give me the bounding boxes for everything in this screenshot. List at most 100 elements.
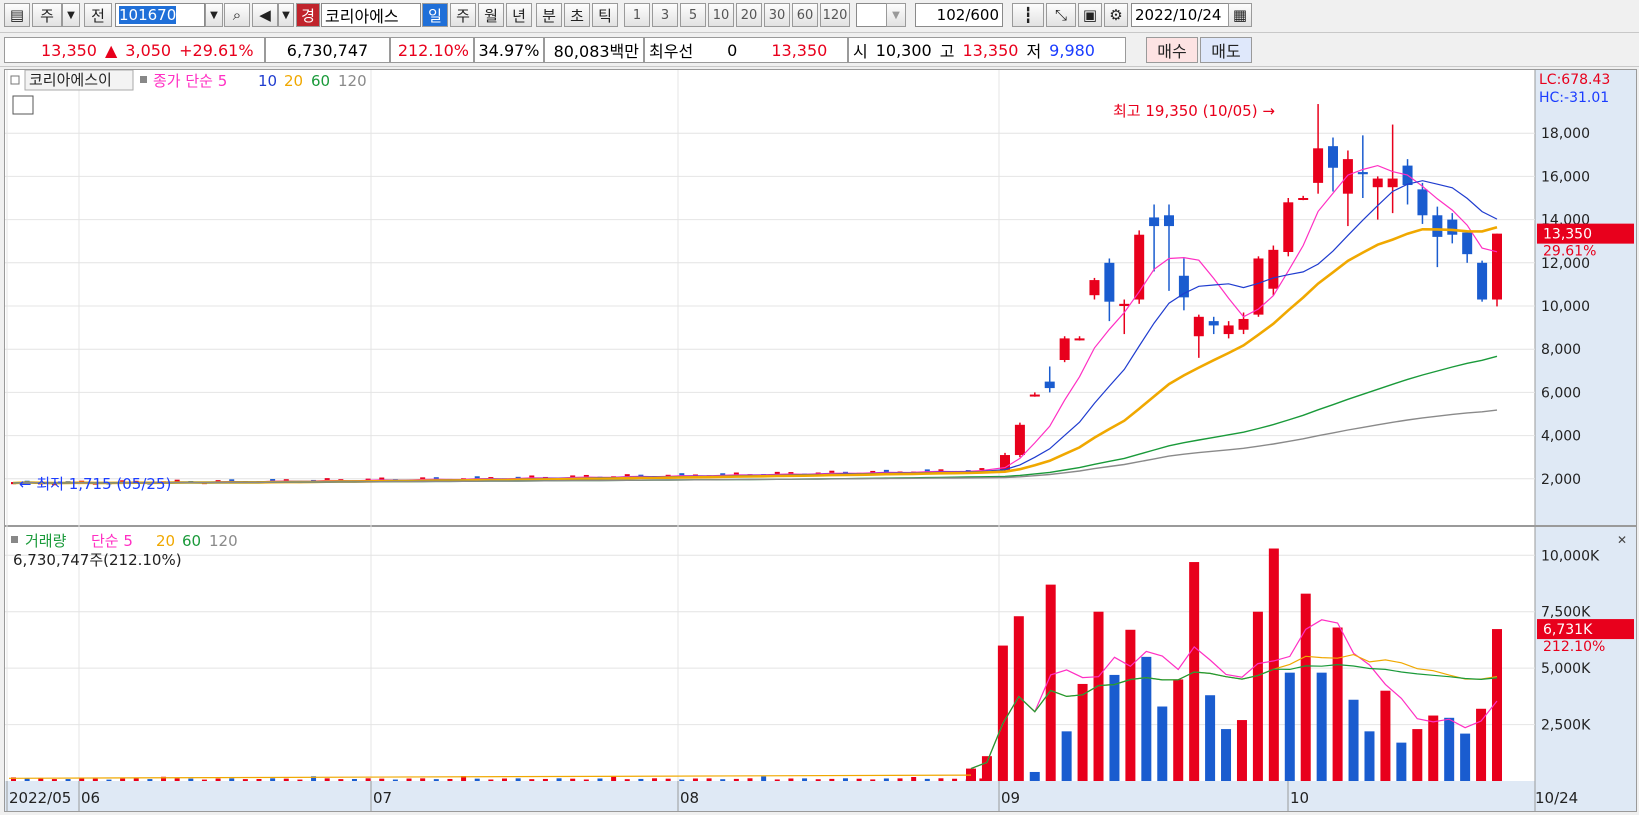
count-input[interactable]: 102/600 bbox=[915, 3, 1003, 27]
flat-volume-bar bbox=[815, 779, 821, 781]
chart-area[interactable]: 2,000 4,000 6,000 8,000 10,000 12,000 14,000 16… bbox=[4, 69, 1637, 812]
pref-price: 13,350 bbox=[771, 40, 828, 60]
xtick-label: 10/24 bbox=[1535, 789, 1578, 807]
volume-bar bbox=[997, 645, 1008, 781]
interval-60[interactable]: 60 bbox=[792, 3, 818, 27]
flat-volume-bar bbox=[570, 778, 576, 781]
code-dropdown-icon[interactable]: ▼ bbox=[205, 3, 223, 27]
interval-20[interactable]: 20 bbox=[736, 3, 762, 27]
prev-button[interactable]: 전 bbox=[84, 3, 112, 27]
xtick-label: 08 bbox=[680, 789, 699, 807]
speaker-dropdown-icon[interactable]: ▼ bbox=[278, 3, 294, 27]
pref-value: 0 bbox=[727, 40, 738, 60]
candle-body bbox=[1044, 381, 1055, 389]
flat-volume-bar bbox=[433, 779, 439, 781]
low-label: 저 bbox=[1026, 42, 1042, 61]
candle-body bbox=[1357, 172, 1368, 175]
xtick-label: 10 bbox=[1290, 789, 1309, 807]
candle-body bbox=[1074, 338, 1085, 341]
amount-box: 80,083백만 bbox=[544, 37, 644, 63]
candle-body bbox=[1193, 316, 1204, 337]
candle-body bbox=[1149, 217, 1160, 227]
flat-volume-bar bbox=[911, 777, 917, 781]
flat-volume-bar bbox=[24, 778, 30, 781]
turnover-box: 34.97% bbox=[474, 37, 544, 63]
volume-bar bbox=[1173, 679, 1184, 781]
interval-10[interactable]: 10 bbox=[708, 3, 734, 27]
period-second-tab[interactable]: 초 bbox=[564, 3, 590, 27]
candle-body bbox=[1134, 234, 1145, 300]
flat-volume-bar bbox=[447, 778, 453, 781]
volume-bar bbox=[1221, 729, 1232, 781]
flat-volume-bar bbox=[652, 778, 658, 781]
price-ytick-label: 4,000 bbox=[1541, 429, 1581, 445]
volume-bar bbox=[1476, 708, 1487, 781]
interval-3[interactable]: 3 bbox=[652, 3, 678, 27]
period-minute-tab[interactable]: 분 bbox=[536, 3, 562, 27]
candle-body bbox=[1089, 280, 1100, 296]
stock-name-field[interactable]: 코리아에스 bbox=[321, 3, 421, 27]
flat-volume-bar bbox=[502, 778, 507, 781]
interval-dropdown-icon[interactable]: ▼ bbox=[886, 3, 906, 27]
candle-body bbox=[1477, 262, 1488, 300]
min-annotation: ← 최저 1,715 (05/25) bbox=[19, 475, 171, 493]
flat-volume-bar bbox=[938, 778, 944, 781]
flat-volume-bar bbox=[406, 778, 412, 781]
interval-1[interactable]: 1 bbox=[624, 3, 650, 27]
flat-volume-bar bbox=[706, 778, 712, 781]
stock-code-input[interactable]: 101670 bbox=[115, 3, 205, 27]
period-tick-tab[interactable]: 틱 bbox=[592, 3, 618, 27]
market-button[interactable]: 주 bbox=[32, 3, 62, 27]
candle-type-icon[interactable]: ┇ bbox=[1012, 3, 1044, 27]
period-week-tab[interactable]: 주 bbox=[450, 3, 476, 27]
volume-bar bbox=[1348, 699, 1359, 781]
save-icon[interactable]: ▣ bbox=[1078, 3, 1102, 27]
sell-button[interactable]: 매도 bbox=[1200, 37, 1252, 63]
chart-menu-icon[interactable]: ▤ bbox=[4, 3, 30, 27]
candle-body bbox=[1387, 178, 1398, 188]
open-label: 시 bbox=[853, 42, 868, 61]
search-icon[interactable]: ⌕ bbox=[224, 3, 250, 27]
period-year-tab[interactable]: 년 bbox=[506, 3, 532, 27]
interval-5[interactable]: 5 bbox=[680, 3, 706, 27]
stock-code-value: 101670 bbox=[119, 6, 177, 24]
gear-icon[interactable]: ⚙ bbox=[1104, 3, 1128, 27]
volume-ytick-label: 7,500K bbox=[1541, 605, 1591, 621]
flat-volume-bar bbox=[638, 778, 644, 781]
flat-candle bbox=[679, 473, 685, 476]
flat-volume-bar bbox=[147, 779, 153, 781]
period-month-tab[interactable]: 월 bbox=[478, 3, 504, 27]
candle-body bbox=[1238, 318, 1249, 330]
price-ytick-label: 16,000 bbox=[1541, 169, 1590, 185]
volume-tag-pct: 212.10% bbox=[1543, 639, 1605, 655]
line-tool-icon[interactable]: ⤡ bbox=[1046, 3, 1076, 27]
flat-volume-bar bbox=[883, 778, 889, 781]
pref-label: 최우선 bbox=[649, 42, 694, 61]
flat-volume-bar bbox=[65, 779, 71, 781]
volume-ma-label: 단순 5 bbox=[91, 532, 133, 550]
flat-volume-bar bbox=[188, 778, 194, 781]
flat-volume-bar bbox=[624, 779, 630, 781]
open-price: 10,300 bbox=[875, 40, 932, 60]
period-day-tab[interactable]: 일 bbox=[422, 3, 448, 27]
date-input[interactable]: 2022/10/24 bbox=[1131, 3, 1239, 27]
flat-volume-bar bbox=[679, 779, 685, 781]
candle-body bbox=[1268, 249, 1279, 289]
candle-body bbox=[1298, 198, 1309, 200]
flat-volume-bar bbox=[215, 778, 221, 781]
candle-body bbox=[1447, 219, 1458, 235]
price-box: 13,350 ▲ 3,050 +29.61% bbox=[4, 37, 265, 63]
stock-name-label: 코리아에스이 bbox=[29, 71, 112, 89]
volume-bar bbox=[1380, 690, 1391, 781]
volume-bar bbox=[981, 756, 992, 781]
ma60-legend: 60 bbox=[311, 72, 330, 90]
speaker-icon[interactable]: ◀ bbox=[252, 3, 278, 27]
market-dropdown-icon[interactable]: ▼ bbox=[62, 3, 80, 27]
flat-volume-bar bbox=[870, 779, 876, 781]
buy-button[interactable]: 매수 bbox=[1146, 37, 1198, 63]
calendar-icon[interactable]: ▦ bbox=[1228, 3, 1252, 27]
flat-volume-bar bbox=[324, 778, 330, 781]
interval-30[interactable]: 30 bbox=[764, 3, 790, 27]
interval-120[interactable]: 120 bbox=[820, 3, 850, 27]
flat-volume-bar bbox=[720, 779, 726, 781]
